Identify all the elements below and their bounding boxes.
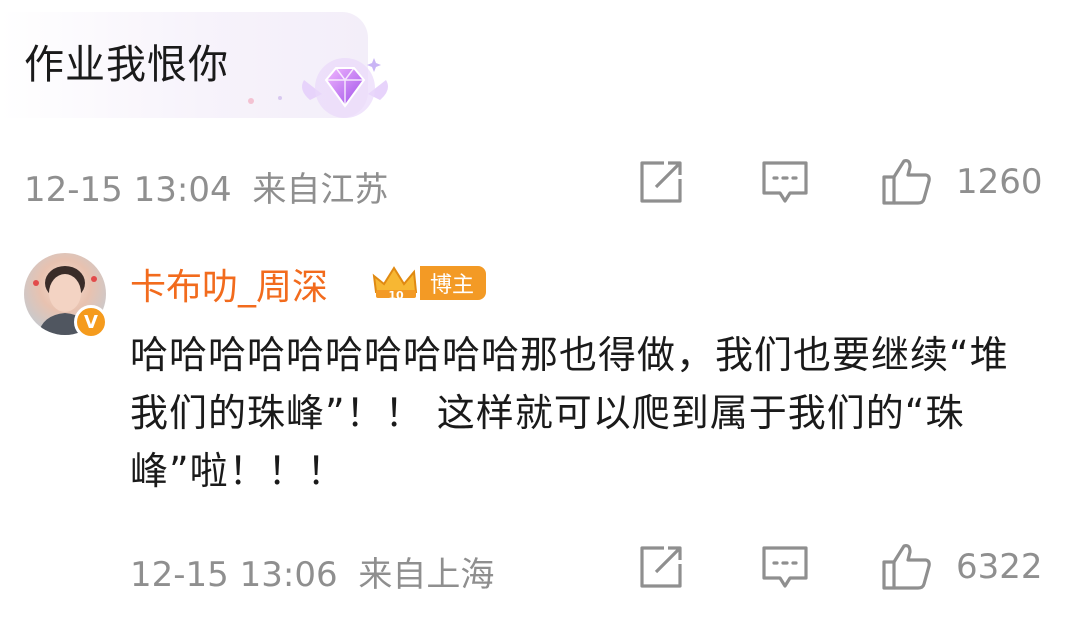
- sparkle-dot: [278, 96, 282, 100]
- share-icon[interactable]: [634, 155, 688, 209]
- diamond-badge-icon: [296, 50, 394, 122]
- reply-timestamp: 12-15 13:06: [130, 555, 338, 595]
- comment-icon[interactable]: [758, 155, 812, 209]
- sparkle-dot: [248, 98, 254, 104]
- comment-location: 来自江苏: [252, 170, 389, 210]
- comment-timestamp: 12-15 13:04: [24, 170, 232, 210]
- comment-text: 作业我恨你: [24, 42, 229, 88]
- username[interactable]: 卡布叻_周深: [130, 258, 328, 310]
- like-count: 6322: [956, 547, 1043, 587]
- reply-location: 来自上海: [358, 555, 495, 595]
- share-icon[interactable]: [634, 540, 688, 594]
- like-count: 1260: [956, 162, 1043, 202]
- verified-badge-icon: V: [74, 305, 108, 339]
- comment-meta: 12-15 13:04 来自江苏: [24, 162, 388, 211]
- reply-meta: 12-15 13:06 来自上海: [130, 547, 494, 596]
- like-icon[interactable]: [880, 155, 934, 209]
- reply-text: 哈哈哈哈哈哈哈哈哈哈那也得做，我们也要继续“堆我们的珠峰”！！ 这样就可以爬到属…: [130, 333, 1009, 493]
- comment-icon[interactable]: [758, 540, 812, 594]
- like-icon[interactable]: [880, 540, 934, 594]
- level-number: 10: [388, 289, 404, 302]
- blogger-tag: 博主: [420, 266, 487, 300]
